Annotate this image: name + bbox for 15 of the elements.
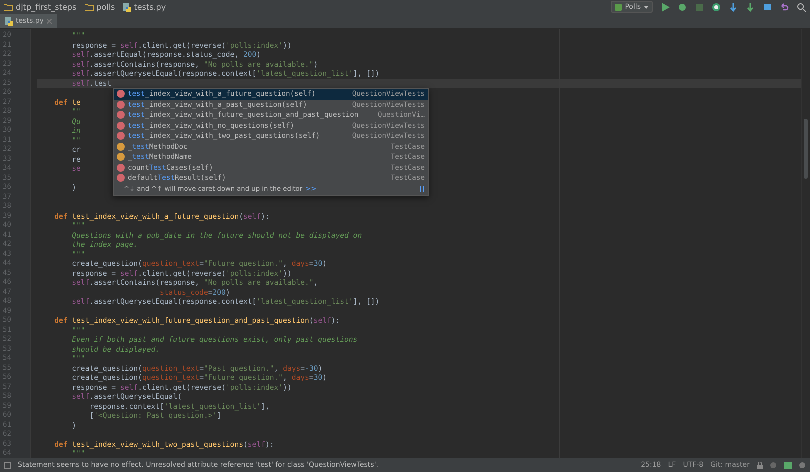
- scrollbar-thumb[interactable]: [804, 119, 808, 179]
- breadcrumb-label[interactable]: polls: [96, 2, 116, 12]
- lock-icon[interactable]: [757, 462, 763, 468]
- folder-icon: [84, 4, 94, 10]
- breadcrumb-label[interactable]: tests.py: [134, 2, 166, 12]
- breadcrumb-label[interactable]: djtp_first_steps: [16, 2, 77, 12]
- python-file-icon: [5, 16, 13, 26]
- undo-icon[interactable]: [780, 2, 789, 12]
- python-file-icon: [123, 2, 132, 12]
- search-icon[interactable]: [797, 2, 806, 12]
- pin-icon[interactable]: [420, 186, 425, 192]
- panel-toggle-icon[interactable]: [4, 462, 11, 468]
- caret-icon: [644, 6, 649, 8]
- folder-icon: [4, 4, 13, 10]
- run-icon[interactable]: [661, 2, 670, 12]
